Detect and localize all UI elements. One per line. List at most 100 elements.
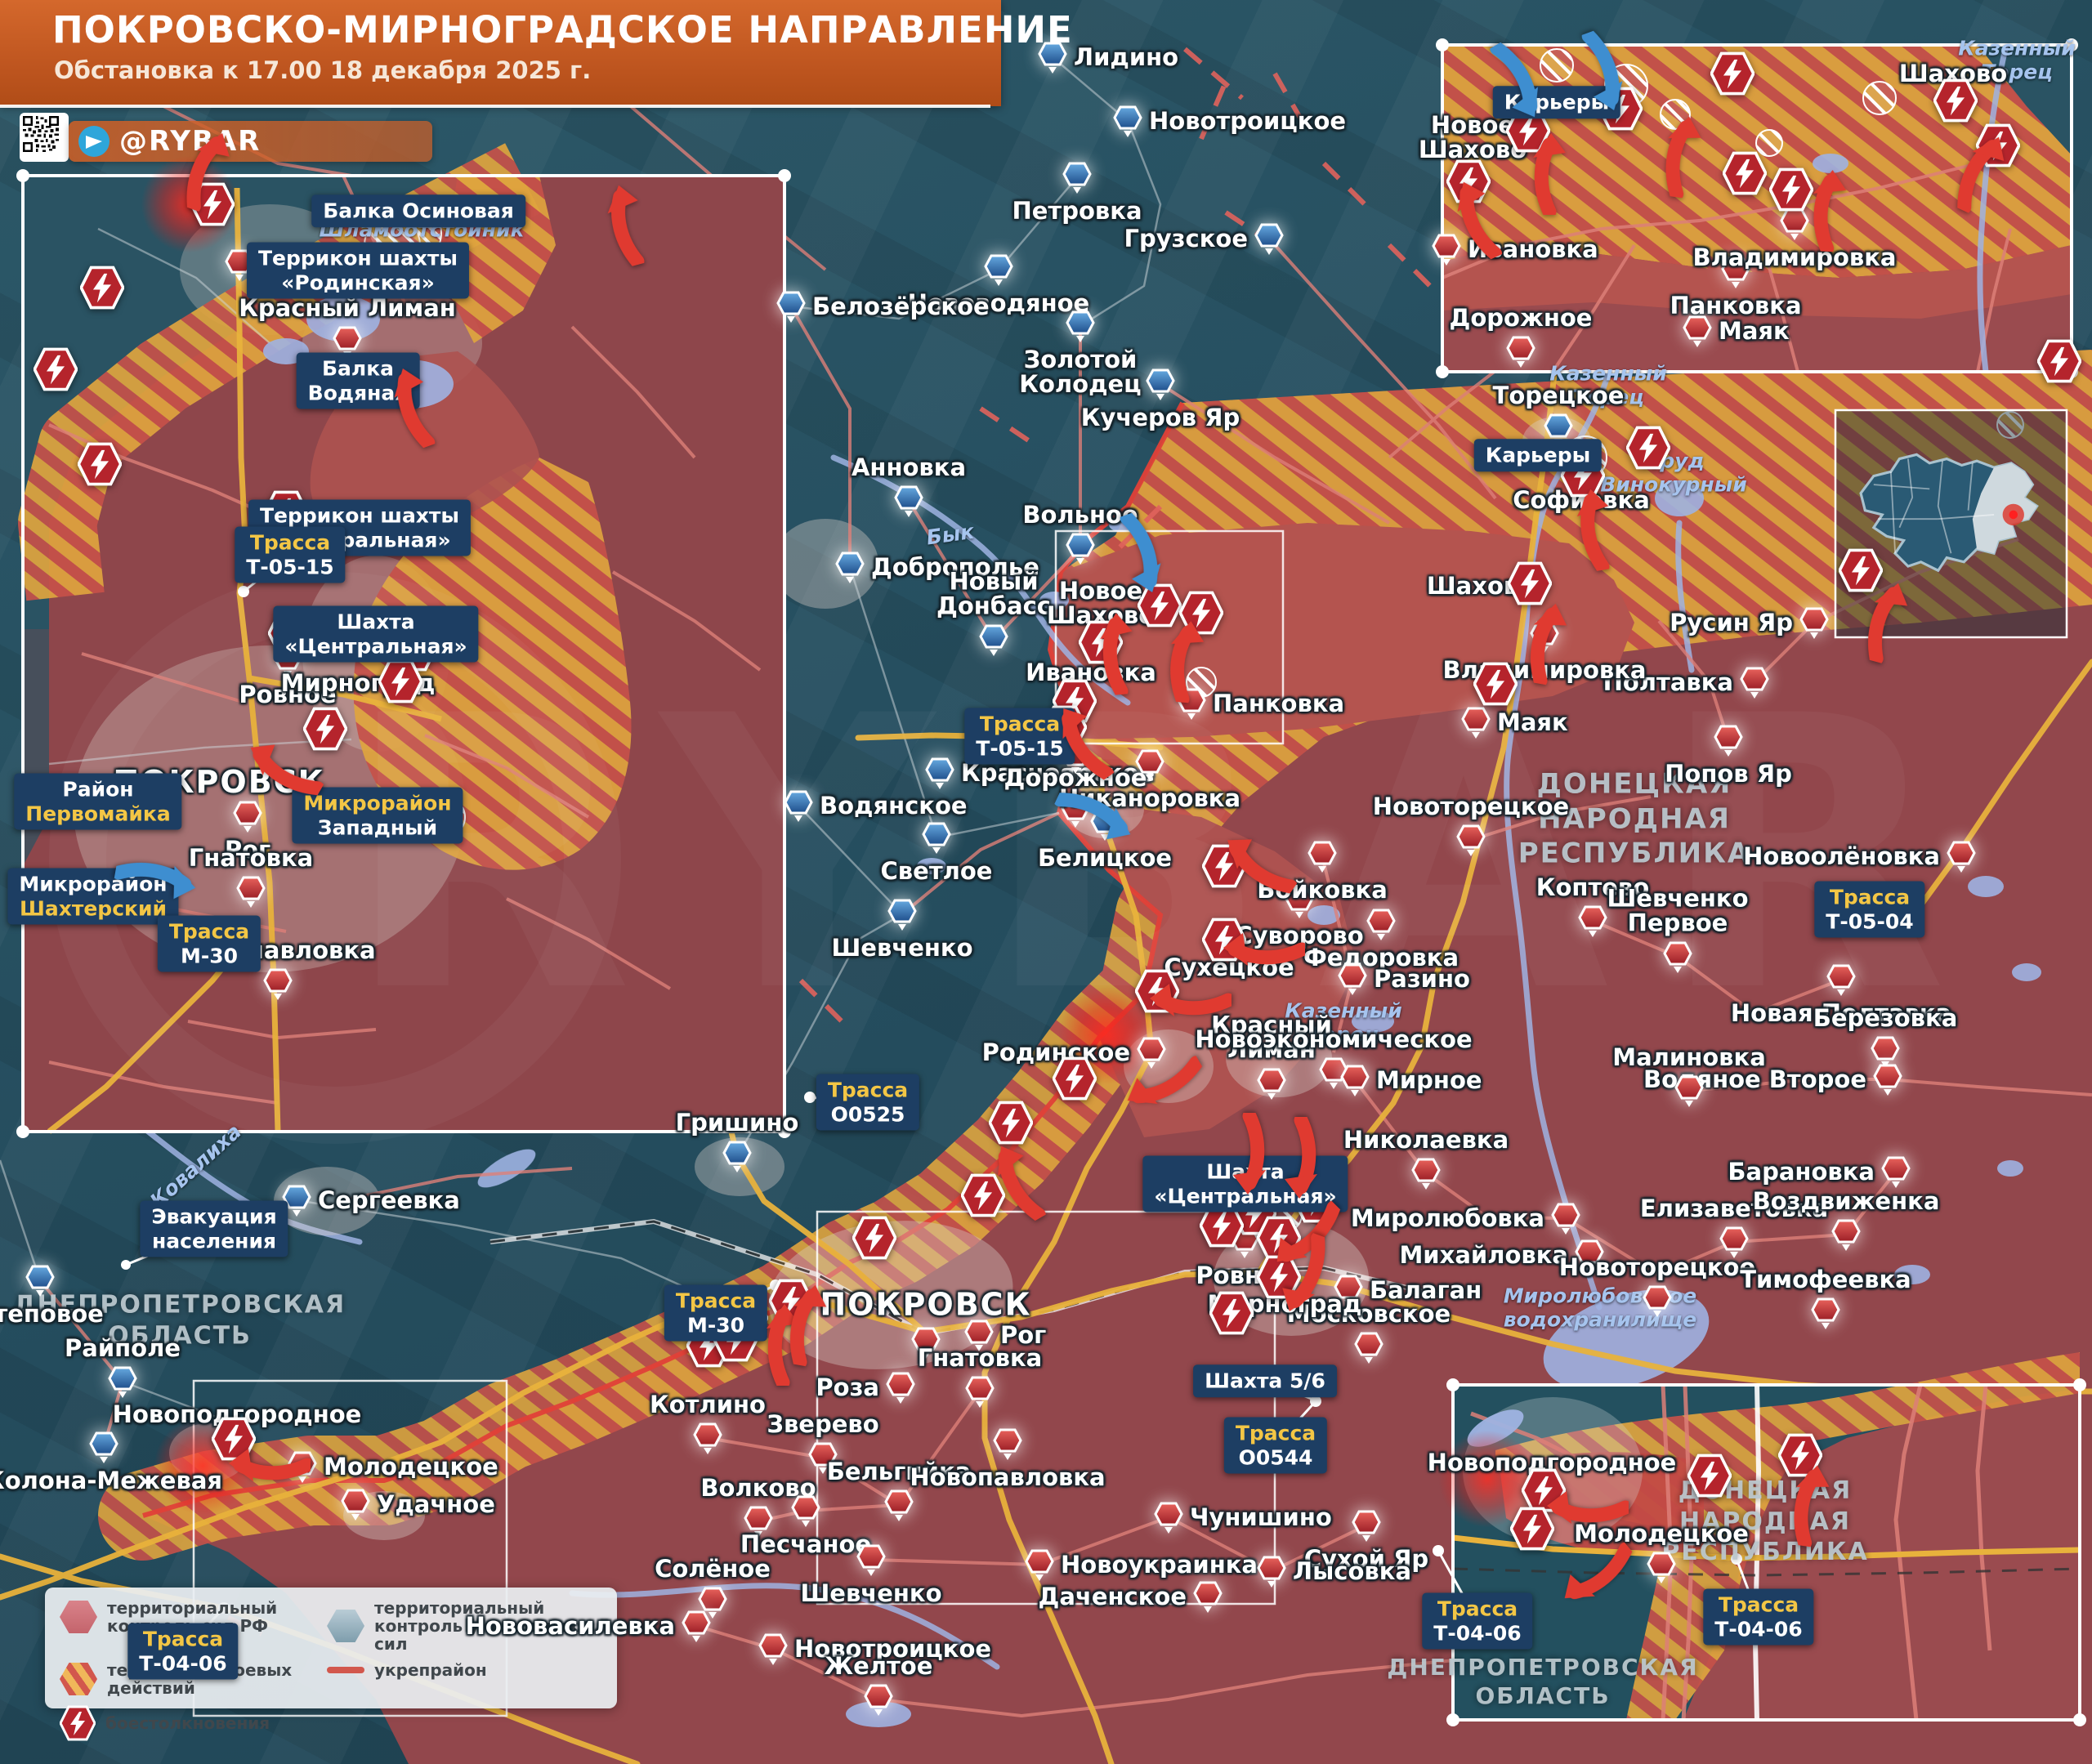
settlement-marker-ua xyxy=(108,1365,137,1405)
settlement-marker-ru xyxy=(263,967,293,1007)
settlement-marker-ua xyxy=(925,757,954,796)
info-box: Балка Осиновая xyxy=(311,194,525,227)
clash-icon xyxy=(1933,77,1978,127)
settlement-marker-ru xyxy=(886,1371,915,1410)
info-box: Эвакуациянаселения xyxy=(140,1201,288,1257)
clash-icon xyxy=(2037,337,2081,388)
settlement-label: Нововасилевка xyxy=(466,1614,675,1638)
settlement-marker-ru xyxy=(856,1543,886,1583)
attack-arrow xyxy=(1547,1486,1632,1525)
map-title: ПОКРОВСКО-МИРНОГРАДСКОЕ НАПРАВЛЕНИЕ xyxy=(52,8,1001,51)
telegram-icon xyxy=(78,126,110,157)
settlement-marker-ua xyxy=(1146,368,1175,407)
legend-clash-icon xyxy=(60,1705,96,1741)
settlement-marker-ru xyxy=(1193,1580,1223,1619)
settlement-marker-ru xyxy=(791,1494,820,1534)
settlement-marker-ru xyxy=(1411,1157,1441,1196)
settlement-label: Миролюбовка xyxy=(1351,1206,1544,1230)
settlement-label: Балаган xyxy=(1370,1278,1482,1302)
settlement-marker-ru xyxy=(1257,1067,1286,1106)
map-subtitle: Обстановка к 17.00 18 декабря 2025 г. xyxy=(54,56,1001,84)
telegram-banner: @RYBAR xyxy=(69,121,432,162)
settlement-label: Солёное xyxy=(655,1556,771,1581)
clash-icon xyxy=(1209,1289,1254,1340)
settlement-marker-ua xyxy=(1066,310,1095,349)
road-label: ТрассаО0525 xyxy=(816,1074,919,1131)
legend-label-clash: боестолкновения xyxy=(105,1714,270,1732)
settlement-label: Степовое xyxy=(0,1302,104,1326)
settlement-marker-ru xyxy=(1881,1155,1911,1195)
settlement-marker-ru xyxy=(1647,1551,1676,1590)
legend-label-fort: укрепрайон xyxy=(374,1661,487,1679)
settlement-marker-ua xyxy=(776,290,806,329)
settlement-marker-ru xyxy=(1663,940,1692,980)
settlement-marker-ru xyxy=(1719,1226,1749,1265)
settlement-marker-ru xyxy=(1643,1284,1672,1324)
legend-swatch-rf-control xyxy=(60,1601,97,1633)
settlement-marker-ua xyxy=(984,253,1013,293)
settlement-marker-ru xyxy=(1551,1202,1580,1241)
settlement-label: Райполе xyxy=(65,1336,181,1360)
road-label: ТрассаО0544 xyxy=(1224,1418,1327,1474)
road-label: ТрассаТ-04-06 xyxy=(1422,1593,1532,1650)
attack-arrow xyxy=(229,1444,314,1483)
settlement-marker-ru xyxy=(1740,666,1769,705)
settlement-marker-ru xyxy=(1257,1555,1286,1594)
attack-arrow xyxy=(1531,133,1571,218)
settlement-label: Барановка xyxy=(1728,1159,1875,1184)
settlement-label: Владимировка xyxy=(1693,245,1897,270)
road-label: ТрассаТ-05-04 xyxy=(1814,882,1924,938)
info-box: Шахта 5/6 xyxy=(1193,1364,1337,1397)
info-box: Шахта«Центральная» xyxy=(273,606,478,663)
road-label: ТрассаТ-05-15 xyxy=(235,527,345,583)
settlement-label: Мирное xyxy=(1376,1068,1482,1092)
settlement-marker-ru xyxy=(236,875,266,914)
settlement-marker-ru xyxy=(1873,1063,1902,1102)
settlement-label: Красный Лиман xyxy=(239,296,456,320)
road-label: ТрассаМ-30 xyxy=(664,1285,767,1342)
settlement-marker-ua xyxy=(1113,105,1142,144)
info-box: РайонПервомайка xyxy=(14,774,181,830)
settlement-marker-ua xyxy=(922,821,951,860)
clash-icon xyxy=(1723,150,1767,200)
settlement-marker-ru xyxy=(1025,1548,1054,1588)
settlement-label: Шевченко xyxy=(831,936,972,960)
settlement-label: Шевченко xyxy=(800,1581,941,1605)
attack-arrow xyxy=(1228,1110,1267,1195)
settlement-marker-ua xyxy=(894,485,923,524)
settlement-marker-ru xyxy=(1154,1501,1183,1540)
settlement-marker-ua xyxy=(1062,161,1092,200)
region-label: ДНЕПРОПЕТРОВСКАЯОБЛАСТЬ xyxy=(1387,1653,1698,1710)
settlement-label: Тимофеевка xyxy=(1740,1267,1911,1292)
settlement-label: Чунишино xyxy=(1190,1505,1332,1530)
settlement-marker-ru xyxy=(1366,908,1396,947)
settlement-label: Молодецкое xyxy=(324,1454,498,1479)
settlement-label: Разино xyxy=(1374,967,1470,991)
settlement-marker-ru xyxy=(1352,1509,1381,1548)
clash-icon xyxy=(34,346,78,396)
clash-icon xyxy=(378,658,422,708)
road-label: ТрассаТ-04-06 xyxy=(1703,1589,1813,1646)
attack-arrow xyxy=(1223,928,1308,967)
settlement-label: Зверево xyxy=(767,1412,878,1436)
settlement-label: Грузское xyxy=(1124,226,1248,251)
settlement-marker-ru xyxy=(1831,1218,1861,1257)
settlement-label: Николаевка xyxy=(1343,1128,1509,1152)
clash-icon xyxy=(1626,424,1670,475)
settlement-label: Новоукраинка xyxy=(1061,1552,1258,1577)
settlement-label: Воздвиженка xyxy=(1753,1189,1940,1213)
settlement-label: Анновка xyxy=(852,455,966,480)
settlement-marker-ua xyxy=(835,551,865,590)
settlement-marker-ru xyxy=(1947,840,1976,879)
clash-icon xyxy=(852,1214,896,1265)
settlement-marker-ua xyxy=(1254,222,1284,261)
settlement-label: ПОКРОВСК xyxy=(820,1288,1031,1321)
settlement-label: Михайловка xyxy=(1399,1243,1568,1267)
settlement-marker-ru xyxy=(1506,335,1535,374)
settlement-label: Гнатовка xyxy=(918,1346,1042,1370)
attack-arrow xyxy=(1808,169,1852,256)
settlement-label: Петровка xyxy=(1012,199,1142,223)
legend-swatch-fortline xyxy=(327,1667,364,1673)
settlement-marker-ua xyxy=(1038,41,1067,80)
settlement-marker-ru xyxy=(864,1683,893,1722)
